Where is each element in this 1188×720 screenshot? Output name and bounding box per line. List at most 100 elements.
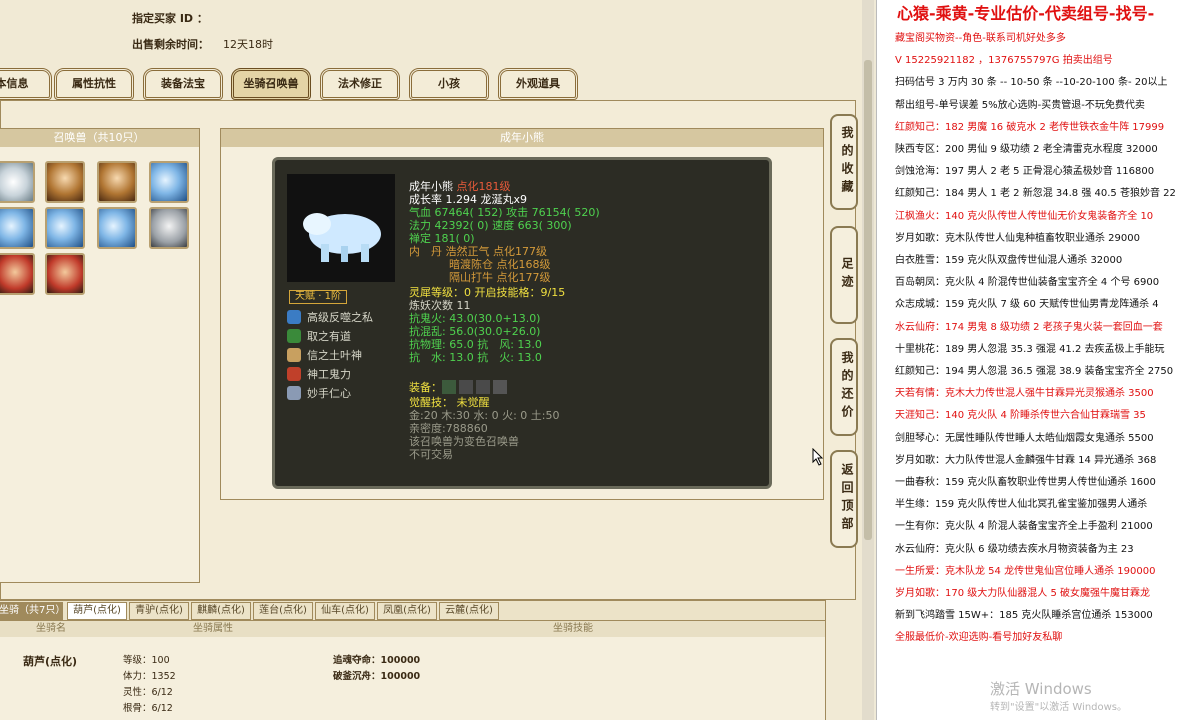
hp-label: 气血 [409, 206, 431, 219]
pet-slot-8[interactable] [149, 207, 189, 249]
my-counteroffer-button[interactable]: 我的还价 [830, 338, 858, 436]
skill-1[interactable]: 高级反噬之私 [287, 310, 373, 324]
tab-appearance[interactable]: 外观道具 [498, 68, 578, 100]
note-line: 岁月如歌：170 级大力队仙器混人 5 破女魔强牛魔甘霖龙 [895, 588, 1150, 600]
tab-bar: 本信息 属性抗性 装备法宝 坐骑召唤兽 法术修正 小孩 外观道具 [0, 64, 868, 104]
mount-tab-2[interactable]: 青驴(点化) [129, 602, 189, 620]
pet-detail-header: 成年小熊 [221, 129, 823, 147]
five-elements: 金:20 木:30 水: 0 火: 0 土:50 [409, 409, 560, 422]
pet-slot-3[interactable] [97, 161, 137, 203]
skill-5[interactable]: 妙手仁心 [287, 386, 373, 400]
pet-slot-6[interactable] [45, 207, 85, 249]
spd-label: 速度 [492, 219, 515, 232]
pet-slot-7[interactable] [97, 207, 137, 249]
hp-value: 67464( 152) [434, 206, 503, 219]
note-line: 白衣胜雪：159 克火队双盘传世仙混人通杀 32000 [895, 255, 1123, 267]
pet-growth: 成长率 1.294 龙涎丸x9 [409, 193, 527, 206]
note-line: 众志成城：159 克火队 7 级 60 天赋传世仙男青龙阵通杀 4 [895, 299, 1159, 311]
mp-label: 法力 [409, 219, 431, 232]
mount-tab-5[interactable]: 仙车(点化) [315, 602, 375, 620]
tab-mounts-pets[interactable]: 坐骑召唤兽 [231, 68, 311, 100]
pet-name: 成年小熊 [409, 180, 453, 193]
equip-slot-3[interactable] [476, 380, 490, 394]
tab-attributes[interactable]: 属性抗性 [54, 68, 134, 100]
skill-1-icon [287, 310, 301, 324]
skill-2-icon [287, 329, 301, 343]
pet-slot-1[interactable] [0, 161, 35, 203]
mount-tab-7[interactable]: 云麓(点化) [439, 602, 499, 620]
mount-name: 葫芦(点化) [23, 655, 78, 668]
note-line: 红颜知己：194 男人忽混 36.5 强混 38.9 装备宝宝齐全 2750 [895, 366, 1174, 378]
note-line: 陕西专区：200 男仙 9 级功绩 2 老全清雷克水程度 32000 [895, 144, 1158, 156]
mount-attrs: 等级：100 体力：1352 灵性：6/12 根骨：6/12 [123, 655, 176, 714]
note-line: 江枫渔火：140 克火队传世人传世仙无价女鬼装备齐全 10 [895, 210, 1154, 222]
note-line: 百岛朝凤：克火队 4 阶混传世仙装备宝宝齐全 4 个号 6900 [895, 277, 1160, 289]
intimacy: 亲密度:788860 [409, 422, 488, 435]
note-line: 十里桃花：189 男人忽混 35.3 强混 41.2 去疾孟极上手能玩 [895, 343, 1165, 355]
left-scrollbar[interactable] [862, 0, 874, 720]
pet-level: 点化181级 [456, 180, 511, 193]
refine-count: 炼妖次数 11 [409, 299, 471, 312]
pet-slot-4[interactable] [149, 161, 189, 203]
atk-value: 76154( 520) [531, 206, 600, 219]
note-line: 半生缘：159 克火队传世人仙北冥孔雀宝鉴加强男人通杀 [895, 499, 1148, 511]
windows-activation-hint: 转到"设置"以激活 Windows。 [990, 702, 1128, 713]
pet-slot-10[interactable] [45, 253, 85, 295]
inner-dan-1: 内 丹 浩然正气 点化177级 [409, 245, 547, 258]
pet-slot-9[interactable] [0, 253, 35, 295]
mounts-header: 坐骑（共7只） [0, 602, 65, 620]
mounts-panel: 坐骑（共7只） 葫芦(点化) 青驴(点化) 麒麟(点化) 莲台(点化) 仙车(点… [0, 600, 826, 720]
mount-tab-3[interactable]: 麒麟(点化) [191, 602, 251, 620]
remaining-time-row: 出售剩余时间： 12天18时 [132, 36, 273, 52]
note-line: 扫码估号 3 万内 30 条 -- 10-50 条 --10-20-100 条-… [895, 77, 1168, 89]
footprint-button[interactable]: 足迹 [830, 226, 858, 324]
skill-list: 高级反噬之私 取之有道 信之土叶神 神工鬼力 妙手仁心 [287, 310, 373, 405]
equip-slot-1[interactable] [442, 380, 456, 394]
scroll-thumb[interactable] [864, 60, 872, 540]
note-line: 水云仙府：174 男鬼 8 级功绩 2 老孩子鬼火装一套回血一套 [895, 321, 1163, 333]
mount-skills: 追魂夺命：100000 破釜沉舟：100000 [333, 655, 421, 682]
tab-spell-mods[interactable]: 法术修正 [320, 68, 400, 100]
back-to-top-button[interactable]: 返回顶部 [830, 450, 858, 548]
mount-tab-4[interactable]: 莲台(点化) [253, 602, 313, 620]
pet-list-panel: 召唤兽（共10只） [0, 128, 200, 583]
tab-equipment[interactable]: 装备法宝 [143, 68, 223, 100]
resist-3: 抗物理: 65.0 抗 风: 13.0 [409, 338, 542, 351]
skill-3-icon [287, 348, 301, 362]
mount-tab-6[interactable]: 凤凰(点化) [377, 602, 437, 620]
pet-slot-5[interactable] [0, 207, 35, 249]
remaining-time-value: 12天18时 [223, 38, 273, 51]
buyer-id-label: 指定买家 ID ： [132, 12, 208, 25]
skill-2[interactable]: 取之有道 [287, 329, 373, 343]
left-pane: 指定买家 ID ： 出售剩余时间： 12天18时 本信息 属性抗性 装备法宝 坐骑… [0, 0, 868, 720]
equip-slot-2[interactable] [459, 380, 473, 394]
resist-2: 抗混乱: 56.0(30.0+26.0) [409, 325, 541, 338]
note-line: 一生有你：克火队 4 阶混人装备宝宝齐全上手盈利 21000 [895, 521, 1153, 533]
note-line: 一生所爱：克木队龙 54 龙传世鬼仙宫位睡人通杀 190000 [895, 565, 1156, 577]
equip-label: 装备： [409, 380, 442, 394]
windows-activation-watermark: 激活 Windows [990, 680, 1092, 698]
note-line: 新到飞鸿踏雪 15W+：185 克火队睡杀宫位通杀 153000 [895, 610, 1153, 622]
inner-dan-2: 暗渡陈仓 点化168级 [449, 258, 551, 271]
tab-basic-info[interactable]: 本信息 [0, 68, 52, 100]
equip-slot-4[interactable] [493, 380, 507, 394]
atk-label: 攻击 [506, 206, 529, 219]
no-trade-note: 不可交易 [409, 448, 453, 461]
polar-bear-image [303, 213, 381, 262]
pet-slot-2[interactable] [45, 161, 85, 203]
zen-value: 禅定 181( 0) [409, 232, 475, 245]
my-favorites-button[interactable]: 我的收藏 [830, 114, 858, 210]
note-line: 岁月如歌：克木队传世人仙鬼种植畜牧职业通杀 29000 [895, 232, 1140, 244]
skill-4[interactable]: 神工鬼力 [287, 367, 373, 381]
lingxi-level: 灵犀等级：0 开启技能格：9/15 [409, 286, 566, 299]
skill-3[interactable]: 信之土叶神 [287, 348, 373, 362]
pet-portrait [287, 174, 395, 282]
mount-tab-1[interactable]: 葫芦(点化) [67, 602, 127, 620]
col-mount-skills: 坐骑技能 [553, 623, 593, 634]
note-line: 全服最低价-欢迎选购-看号加好友私聊 [895, 632, 1063, 644]
notes-title: 心猿-乘黄-专业估价-代卖组号-找号- [897, 4, 1155, 23]
tab-children[interactable]: 小孩 [409, 68, 489, 100]
note-line: 红颜知己：184 男人 1 老 2 新忽混 34.8 强 40.5 苍狼妙音 2… [895, 188, 1176, 200]
pet-tooltip-card: 成年小熊 点化181级 成长率 1.294 龙涎丸x9 气血 67464( 15… [272, 157, 772, 489]
note-line: 剑蚀沧海：197 男人 2 老 5 正骨混心猿孟极妙音 116800 [895, 166, 1155, 178]
